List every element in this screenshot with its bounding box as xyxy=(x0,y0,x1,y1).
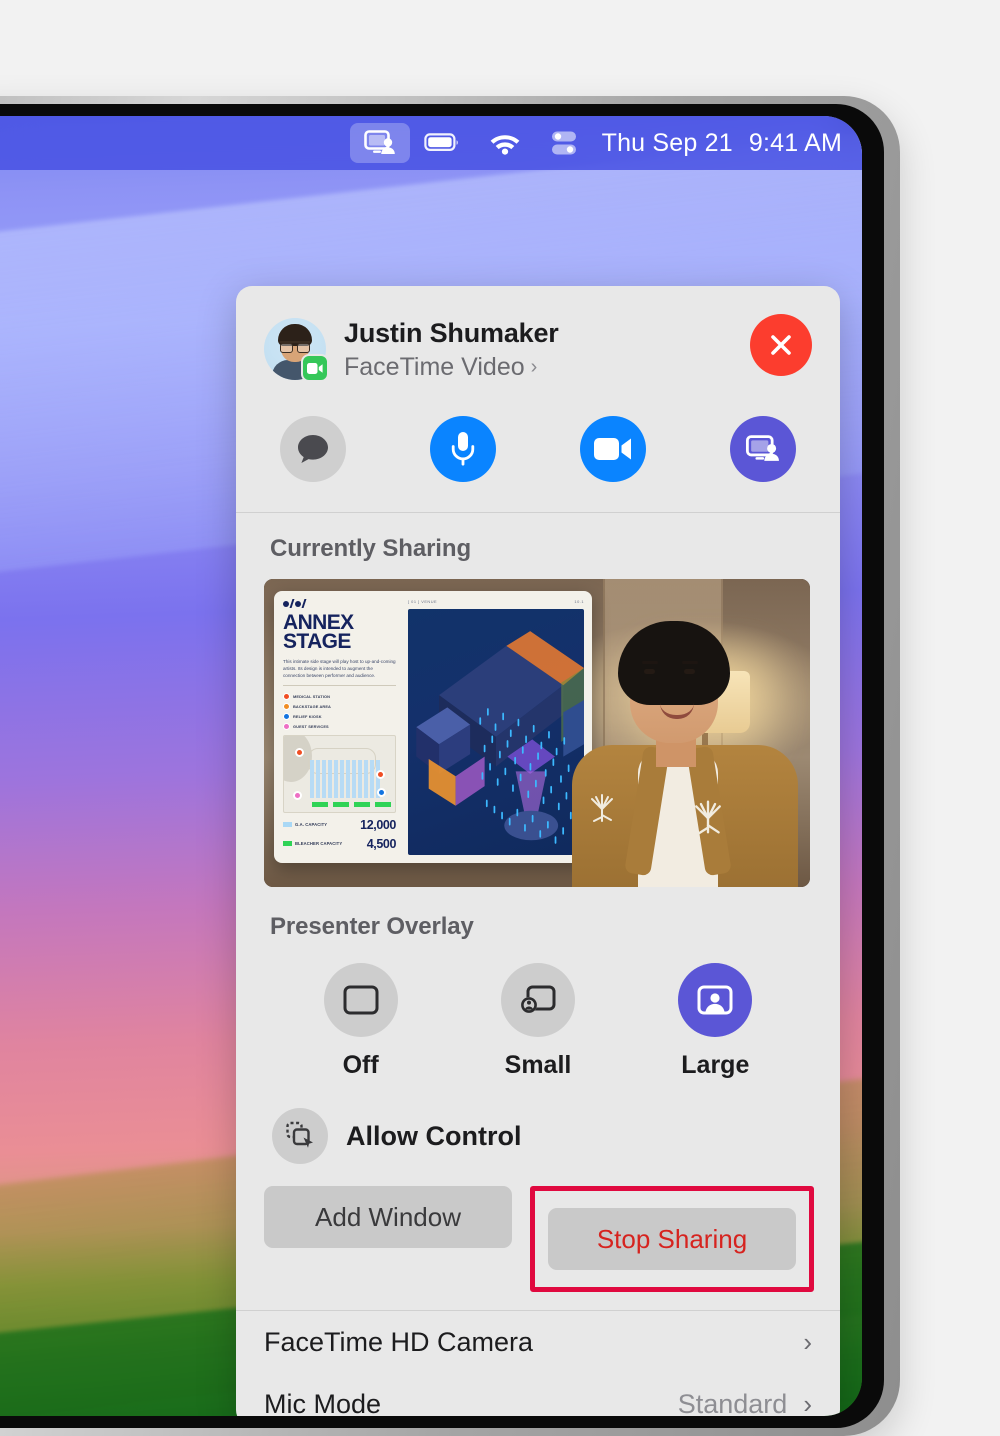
facetime-badge-icon xyxy=(301,354,329,382)
stop-sharing-button[interactable]: Stop Sharing xyxy=(548,1208,796,1270)
menubar-battery-icon[interactable] xyxy=(410,123,474,163)
microphone-button[interactable] xyxy=(430,416,496,482)
messages-button[interactable] xyxy=(280,416,346,482)
popover-footer: FaceTime HD Camera › Mic Mode Standard › xyxy=(236,1310,840,1416)
currently-sharing-title: Currently Sharing xyxy=(270,535,814,563)
chevron-right-icon: › xyxy=(531,356,538,379)
screen-sharing-icon xyxy=(745,435,781,463)
footer-row-camera[interactable]: FaceTime HD Camera › xyxy=(264,1311,812,1373)
call-type-row[interactable]: FaceTime Video › xyxy=(344,353,559,382)
menubar-time: 9:41 AM xyxy=(749,129,842,158)
overlay-option-off[interactable]: Off xyxy=(272,963,449,1080)
capacity-row: BLEACHER CAPACITY 4,500 xyxy=(283,837,396,851)
screen-sharing-icon xyxy=(364,130,396,156)
document-heading-line2: STAGE xyxy=(283,632,396,651)
document-left-column: ANNEX STAGE This intimate side stage wil… xyxy=(274,591,404,863)
footer-row-label: Mic Mode xyxy=(264,1389,381,1417)
call-type-label: FaceTime Video xyxy=(344,353,525,382)
video-button[interactable] xyxy=(580,416,646,482)
call-controls-row xyxy=(236,382,840,513)
speech-bubble-icon xyxy=(296,433,330,465)
chevron-right-icon: › xyxy=(803,1389,812,1417)
footer-row-label: FaceTime HD Camera xyxy=(264,1327,533,1358)
control-center-icon xyxy=(550,130,578,156)
document-description: This intimate side stage will play host … xyxy=(283,658,396,679)
legend-item: RELIEF KIOSK xyxy=(283,713,340,720)
microphone-icon xyxy=(450,431,476,467)
menubar-clock[interactable]: Thu Sep 21 9:41 AM xyxy=(592,129,848,158)
embroidery-flower-icon xyxy=(684,797,732,837)
legend-item: MEDICAL STATION xyxy=(283,693,340,700)
legend-item: GUEST SERVICES xyxy=(283,723,340,730)
end-call-button[interactable] xyxy=(750,314,812,376)
document-page-number: 10.1 xyxy=(574,599,584,604)
chevron-right-icon: › xyxy=(803,1327,812,1358)
share-screen-button[interactable] xyxy=(730,416,796,482)
avatar xyxy=(264,318,326,380)
close-icon xyxy=(766,330,796,360)
shared-screen-preview[interactable]: ANNEX STAGE This intimate side stage wil… xyxy=(264,579,810,887)
menubar-screen-sharing-icon[interactable] xyxy=(350,123,410,163)
footer-row-value: Standard xyxy=(678,1389,788,1417)
battery-icon xyxy=(424,133,460,153)
presenter-overlay-title: Presenter Overlay xyxy=(270,913,814,941)
document-eyebrow: [ 01 ] VENUE xyxy=(408,599,437,604)
add-window-button[interactable]: Add Window xyxy=(264,1186,512,1248)
popover-header: Justin Shumaker FaceTime Video › xyxy=(236,286,840,382)
capacity-row: G.A. CAPACITY 12,000 xyxy=(283,818,396,832)
contact-name: Justin Shumaker xyxy=(344,318,559,349)
facetime-popover: Justin Shumaker FaceTime Video › xyxy=(236,286,840,1416)
legend-item: BACKSTAGE AREA xyxy=(283,703,340,710)
rectangle-icon xyxy=(324,963,398,1037)
presenter-overlay-person xyxy=(556,619,810,887)
person-in-corner-icon xyxy=(501,963,575,1037)
allow-control-icon[interactable] xyxy=(272,1108,328,1164)
overlay-option-label: Large xyxy=(681,1051,749,1080)
person-in-frame-icon xyxy=(678,963,752,1037)
overlay-option-label: Off xyxy=(343,1051,379,1080)
overlay-option-label: Small xyxy=(505,1051,572,1080)
menu-bar: Thu Sep 21 9:41 AM xyxy=(0,116,862,170)
presenter-overlay-options: Off Small xyxy=(262,957,814,1080)
wifi-icon xyxy=(488,131,522,155)
embroidery-flower-icon xyxy=(582,791,622,825)
menubar-control-center-icon[interactable] xyxy=(536,123,592,163)
overlay-option-large[interactable]: Large xyxy=(627,963,804,1080)
allow-control-row[interactable]: Allow Control xyxy=(272,1108,814,1164)
venue-minimap xyxy=(283,735,396,813)
document-legend: MEDICAL STATION BACKSTAGE AREA RELIEF KI… xyxy=(283,693,396,730)
footer-row-mic-mode[interactable]: Mic Mode Standard › xyxy=(264,1373,812,1416)
popover-body: Currently Sharing xyxy=(236,513,840,1292)
contact-info: Justin Shumaker FaceTime Video › xyxy=(344,314,559,382)
device-screen: Thu Sep 21 9:41 AM xyxy=(0,116,862,1416)
stop-sharing-highlight: Stop Sharing xyxy=(530,1186,814,1292)
shared-document: ANNEX STAGE This intimate side stage wil… xyxy=(274,591,592,863)
overlay-option-small[interactable]: Small xyxy=(449,963,626,1080)
brand-logo-icon xyxy=(283,599,396,608)
allow-control-label: Allow Control xyxy=(346,1121,521,1152)
sharing-buttons-row: Add Window Stop Sharing xyxy=(264,1186,814,1292)
video-camera-icon xyxy=(594,436,632,462)
menubar-wifi-icon[interactable] xyxy=(474,123,536,163)
screenshot-canvas: Thu Sep 21 9:41 AM xyxy=(0,0,1000,1360)
menubar-date: Thu Sep 21 xyxy=(602,129,733,158)
